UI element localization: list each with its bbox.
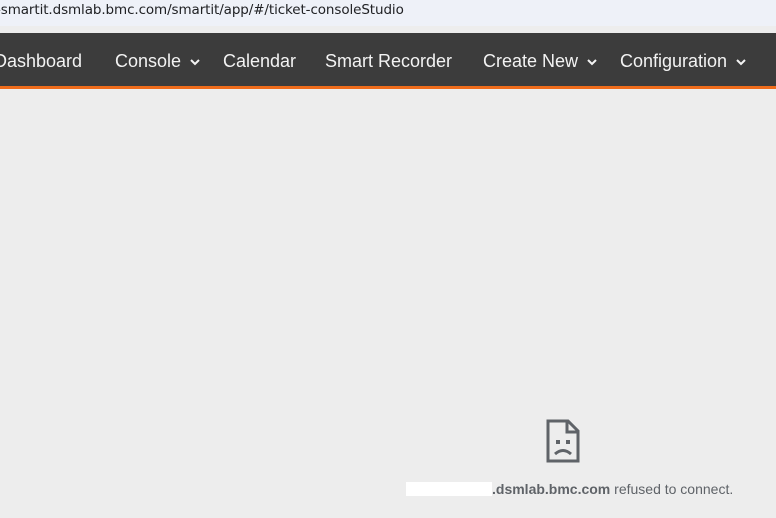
chevron-down-icon (190, 32, 200, 88)
main-navbar: Dashboard Console Calendar Smart Recorde… (0, 33, 776, 89)
nav-item-console[interactable]: Console (115, 33, 200, 86)
nav-item-smart-recorder[interactable]: Smart Recorder (325, 33, 452, 86)
nav-item-configuration[interactable]: Configuration (620, 33, 746, 86)
nav-item-label: Dashboard (0, 51, 83, 71)
redacted-host-prefix (406, 482, 492, 497)
error-text: refused to connect. (610, 481, 734, 497)
nav-item-label: Create New (483, 51, 579, 71)
nav-item-create-new[interactable]: Create New (483, 33, 597, 86)
nav-item-calendar[interactable]: Calendar (223, 33, 296, 86)
connection-error-message: .dsmlab.bmc.com refused to connect. (406, 481, 733, 497)
browser-address-bar[interactable]: -smartit.dsmlab.bmc.com/smartit/app/#/ti… (0, 0, 776, 26)
chevron-down-icon (587, 32, 597, 88)
url-text[interactable]: -smartit.dsmlab.bmc.com/smartit/app/#/ti… (0, 2, 404, 18)
nav-item-dashboard[interactable]: Dashboard (0, 33, 82, 86)
nav-item-label: Smart Recorder (325, 51, 453, 71)
nav-item-label: Configuration (620, 51, 728, 71)
embedded-frame-area (0, 89, 776, 518)
nav-item-label: Console (115, 51, 182, 71)
chevron-down-icon (736, 32, 746, 88)
nav-item-label: Calendar (223, 51, 297, 71)
error-host: .dsmlab.bmc.com (492, 481, 611, 497)
broken-page-sad-icon (546, 419, 580, 468)
